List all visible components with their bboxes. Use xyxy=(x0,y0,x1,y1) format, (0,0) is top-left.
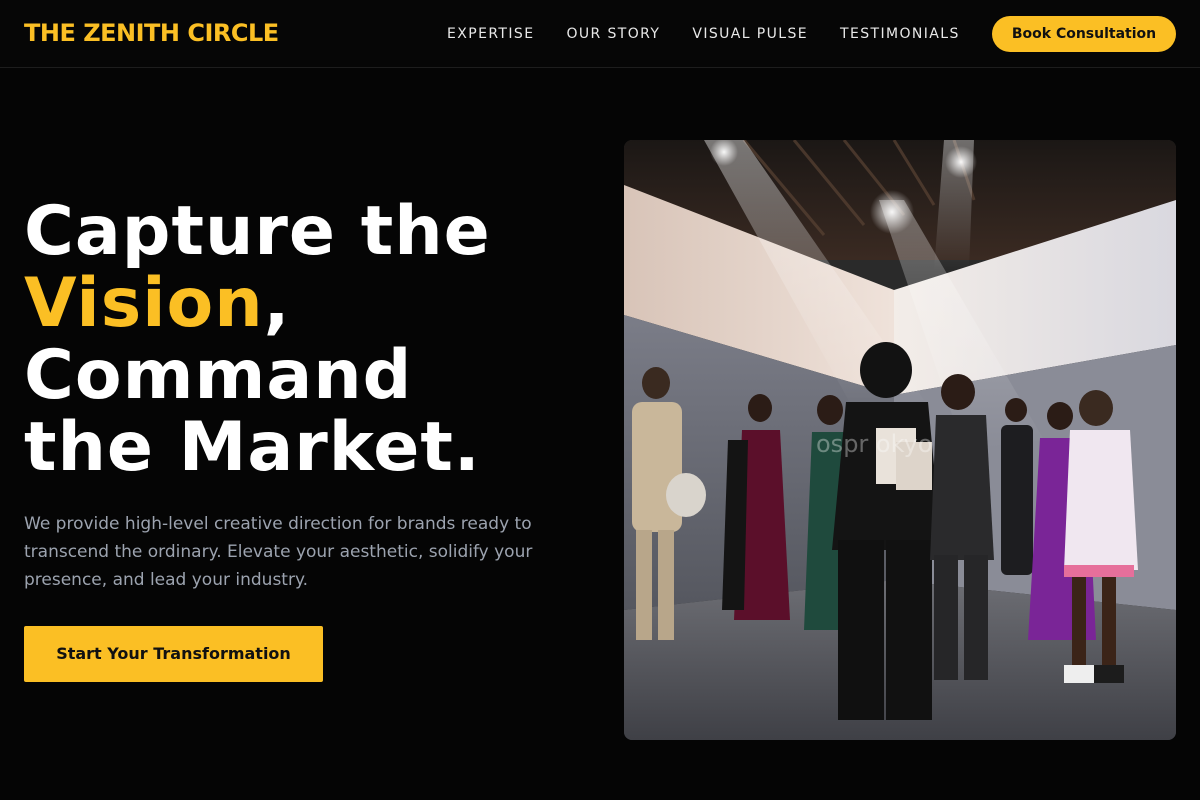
headline-accent-word: Vision xyxy=(24,264,264,343)
nav-link-visual-pulse[interactable]: VISUAL PULSE xyxy=(692,25,808,43)
book-consultation-button[interactable]: Book Consultation xyxy=(992,16,1176,52)
hero-image-illustration: ospr okyo xyxy=(624,140,1176,740)
hero-image: ospr okyo xyxy=(624,140,1176,740)
start-transformation-button[interactable]: Start Your Transformation xyxy=(24,626,323,682)
photo-watermark: ospr okyo xyxy=(816,430,933,458)
headline-line-4: the Market. xyxy=(24,408,481,487)
nav-link-testimonials[interactable]: TESTIMONIALS xyxy=(840,25,960,43)
site-header: THE ZENITH CIRCLE EXPERTISE OUR STORY VI… xyxy=(0,0,1200,68)
brand-logo[interactable]: THE ZENITH CIRCLE xyxy=(24,19,279,47)
main-nav: EXPERTISE OUR STORY VISUAL PULSE TESTIMO… xyxy=(447,25,960,43)
nav-link-our-story[interactable]: OUR STORY xyxy=(566,25,660,43)
headline-line-2: Vision, xyxy=(24,268,604,340)
headline-comma: , xyxy=(263,264,291,343)
nav-link-expertise[interactable]: EXPERTISE xyxy=(447,25,534,43)
hero-description: We provide high-level creative direction… xyxy=(24,514,533,590)
headline-line-1: Capture the xyxy=(24,192,491,271)
headline-line-3: Command xyxy=(24,336,413,415)
hero-headline: Capture the Vision, Command the Market. xyxy=(24,196,604,484)
